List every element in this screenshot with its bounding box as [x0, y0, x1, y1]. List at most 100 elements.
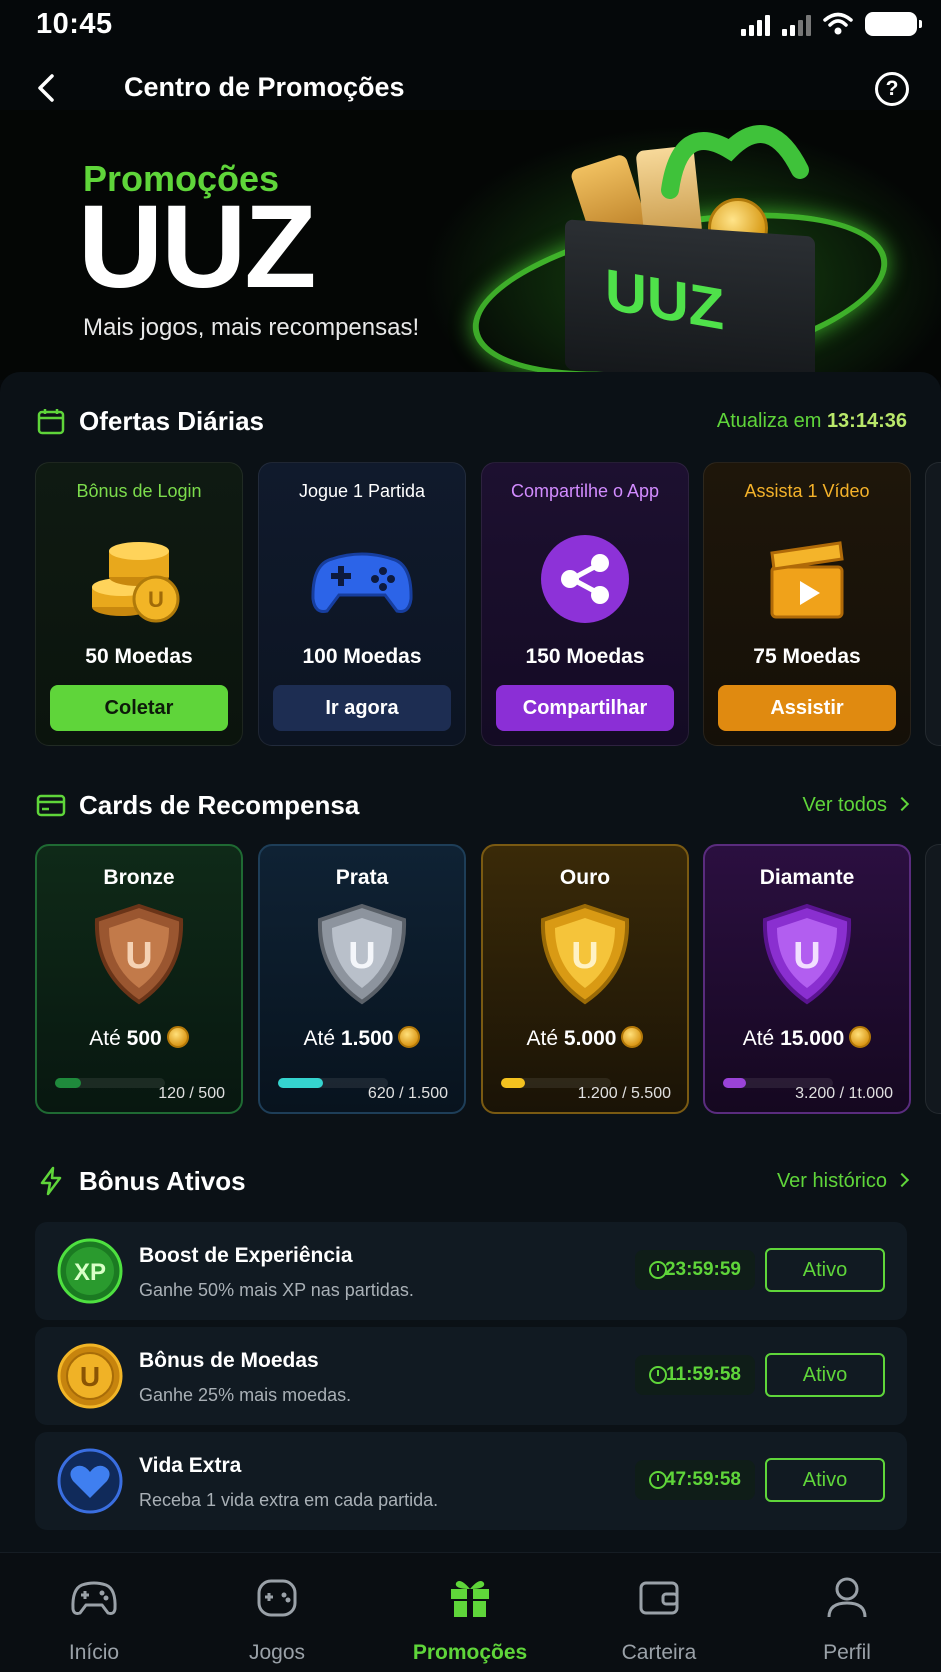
- help-icon[interactable]: ?: [875, 72, 909, 106]
- nav-label: Promoções: [412, 1641, 528, 1664]
- stopwatch-icon: [649, 1366, 667, 1384]
- card-tier: Ouro: [559, 866, 611, 889]
- progress-text: 120 / 500: [158, 1085, 225, 1102]
- back-arrow-icon[interactable]: [30, 70, 66, 106]
- reward-card-gold[interactable]: Ouro U Até 5.000 1.200 / 5.500: [481, 844, 689, 1114]
- coin-icon: [849, 1026, 872, 1048]
- progress-text: 620 / 1.500: [367, 1085, 448, 1102]
- view-history-link[interactable]: Ver histórico: [777, 1170, 910, 1193]
- bonus-timer: 11:59:58: [635, 1355, 755, 1395]
- progress-fill: [278, 1078, 324, 1088]
- bonus-description: Ganhe 50% mais XP nas partidas.: [139, 1280, 414, 1300]
- chevron-right-icon: [894, 796, 910, 812]
- daily-offers-header: Ofertas Diárias Atualiza em 13:14:36: [0, 402, 941, 442]
- offer-card-share-app: Compartilhe o App 150 Moedas Compartilha…: [481, 462, 689, 746]
- view-all-label: Ver todos: [802, 794, 887, 816]
- active-status-button[interactable]: Ativo: [765, 1353, 885, 1397]
- limit-value: 15.000: [780, 1027, 845, 1050]
- reward-cards-header: Cards de Recompensa Ver todos: [0, 786, 941, 826]
- svg-text:U: U: [125, 935, 152, 977]
- calendar-icon: [37, 409, 65, 435]
- card-tier: Bronze: [103, 866, 175, 889]
- bonus-description: Ganhe 25% mais moedas.: [139, 1385, 352, 1405]
- page-title: Centro de Promoções: [124, 72, 405, 102]
- nav-label: Perfil: [823, 1641, 871, 1664]
- progress-text: 1.200 / 5.500: [577, 1085, 671, 1102]
- offer-amount: 50 Moedas: [85, 645, 193, 668]
- wifi-icon: [823, 12, 853, 35]
- limit-value: 1.500: [340, 1027, 394, 1050]
- bonus-row-coins: U Bônus de Moedas Ganhe 25% mais moedas.…: [35, 1327, 907, 1425]
- watch-button[interactable]: Assistir: [718, 685, 896, 731]
- hero-brand-title: UUZ: [78, 181, 317, 313]
- limit-prefix: Até: [742, 1027, 775, 1050]
- reward-card-silver[interactable]: Prata U Até 1.500 620 / 1.500: [258, 844, 466, 1114]
- nav-label: Carteira: [621, 1641, 697, 1664]
- share-icon: [541, 535, 629, 623]
- gift-icon: [451, 1581, 489, 1617]
- gold-shield-icon: U: [540, 903, 630, 1005]
- offer-amount: 75 Moedas: [753, 645, 861, 668]
- gamepad-icon: [311, 552, 413, 613]
- daily-offers-carousel: Bônus de Login U 50 Moedas Coletar Jogue…: [35, 462, 941, 746]
- status-bar: 10:45: [0, 0, 941, 50]
- bonus-name: Boost de Experiência: [139, 1244, 353, 1267]
- video-clapper-icon: [770, 541, 844, 619]
- active-status-button[interactable]: Ativo: [765, 1458, 885, 1502]
- section-title: Cards de Recompensa: [79, 790, 360, 820]
- refresh-prefix: Atualiza em: [716, 410, 822, 432]
- stopwatch-icon: [649, 1261, 667, 1279]
- go-now-button[interactable]: Ir agora: [273, 685, 451, 731]
- silver-shield-icon: U: [317, 903, 407, 1005]
- xp-badge-icon: XP: [57, 1238, 123, 1304]
- chevron-right-icon: [894, 1172, 910, 1188]
- view-all-link[interactable]: Ver todos: [802, 794, 910, 817]
- timer-value: 23:59:59: [664, 1259, 741, 1280]
- lightning-icon: [40, 1166, 62, 1196]
- limit-value: 500: [126, 1027, 162, 1050]
- nav-item-wallet[interactable]: Carteira: [565, 1553, 753, 1672]
- timer-value: 47:59:58: [664, 1469, 741, 1490]
- offer-card-watch-video: Assista 1 Vídeo 75 Moedas Assistir: [703, 462, 911, 746]
- nav-item-home[interactable]: Início: [0, 1553, 188, 1672]
- status-icons: [741, 12, 922, 36]
- svg-text:U: U: [571, 935, 598, 977]
- gamepad-home-icon: [71, 1581, 117, 1615]
- collect-button[interactable]: Coletar: [50, 685, 228, 731]
- coin-icon: [398, 1026, 421, 1048]
- coin-icon: [166, 1026, 189, 1048]
- status-time: 10:45: [36, 8, 113, 40]
- offer-card-play-match: Jogue 1 Partida 100 Moedas Ir agora: [258, 462, 466, 746]
- hero-tagline: Mais jogos, mais recompensas!: [83, 314, 420, 341]
- share-button[interactable]: Compartilhar: [496, 685, 674, 731]
- controller-icon: [257, 1579, 297, 1617]
- battery-icon: [865, 12, 922, 36]
- gift-box-illustration: UUZ: [565, 219, 815, 380]
- card-limit: Até 1.500: [260, 1026, 464, 1051]
- wallet-icon: [639, 1581, 679, 1615]
- diamond-shield-icon: U: [762, 903, 852, 1005]
- offer-title: Bônus de Login: [76, 481, 202, 501]
- nav-item-games[interactable]: Jogos: [183, 1553, 371, 1672]
- cellular-signal-icon: [741, 14, 770, 36]
- bonus-description: Receba 1 vida extra em cada partida.: [139, 1490, 439, 1510]
- coin-icon: [621, 1026, 644, 1048]
- offer-amount: 100 Moedas: [302, 645, 422, 668]
- nav-item-profile[interactable]: Perfil: [753, 1553, 941, 1672]
- coins-stack-icon: U: [92, 542, 180, 623]
- offer-card-login: Bônus de Login U 50 Moedas Coletar: [35, 462, 243, 746]
- section-title: Ofertas Diárias: [79, 406, 264, 436]
- limit-prefix: Até: [526, 1027, 559, 1050]
- nav-item-promotions[interactable]: Promoções: [376, 1553, 564, 1672]
- bottom-navigation: Início Jogos Promoções Carteira Perfil: [0, 1552, 941, 1672]
- limit-value: 5.000: [563, 1027, 617, 1050]
- svg-text:XP: XP: [74, 1259, 106, 1286]
- nav-label: Início: [68, 1641, 120, 1664]
- bonus-name: Bônus de Moedas: [139, 1349, 319, 1372]
- bonus-name: Vida Extra: [139, 1454, 242, 1477]
- progress-track: [55, 1078, 165, 1088]
- reward-card-bronze[interactable]: Bronze U Até 500 120 / 500: [35, 844, 243, 1114]
- active-status-button[interactable]: Ativo: [765, 1248, 885, 1292]
- section-title: Bônus Ativos: [79, 1166, 246, 1196]
- reward-card-diamond[interactable]: Diamante U Até 15.000 3.200 / 1t.000: [703, 844, 911, 1114]
